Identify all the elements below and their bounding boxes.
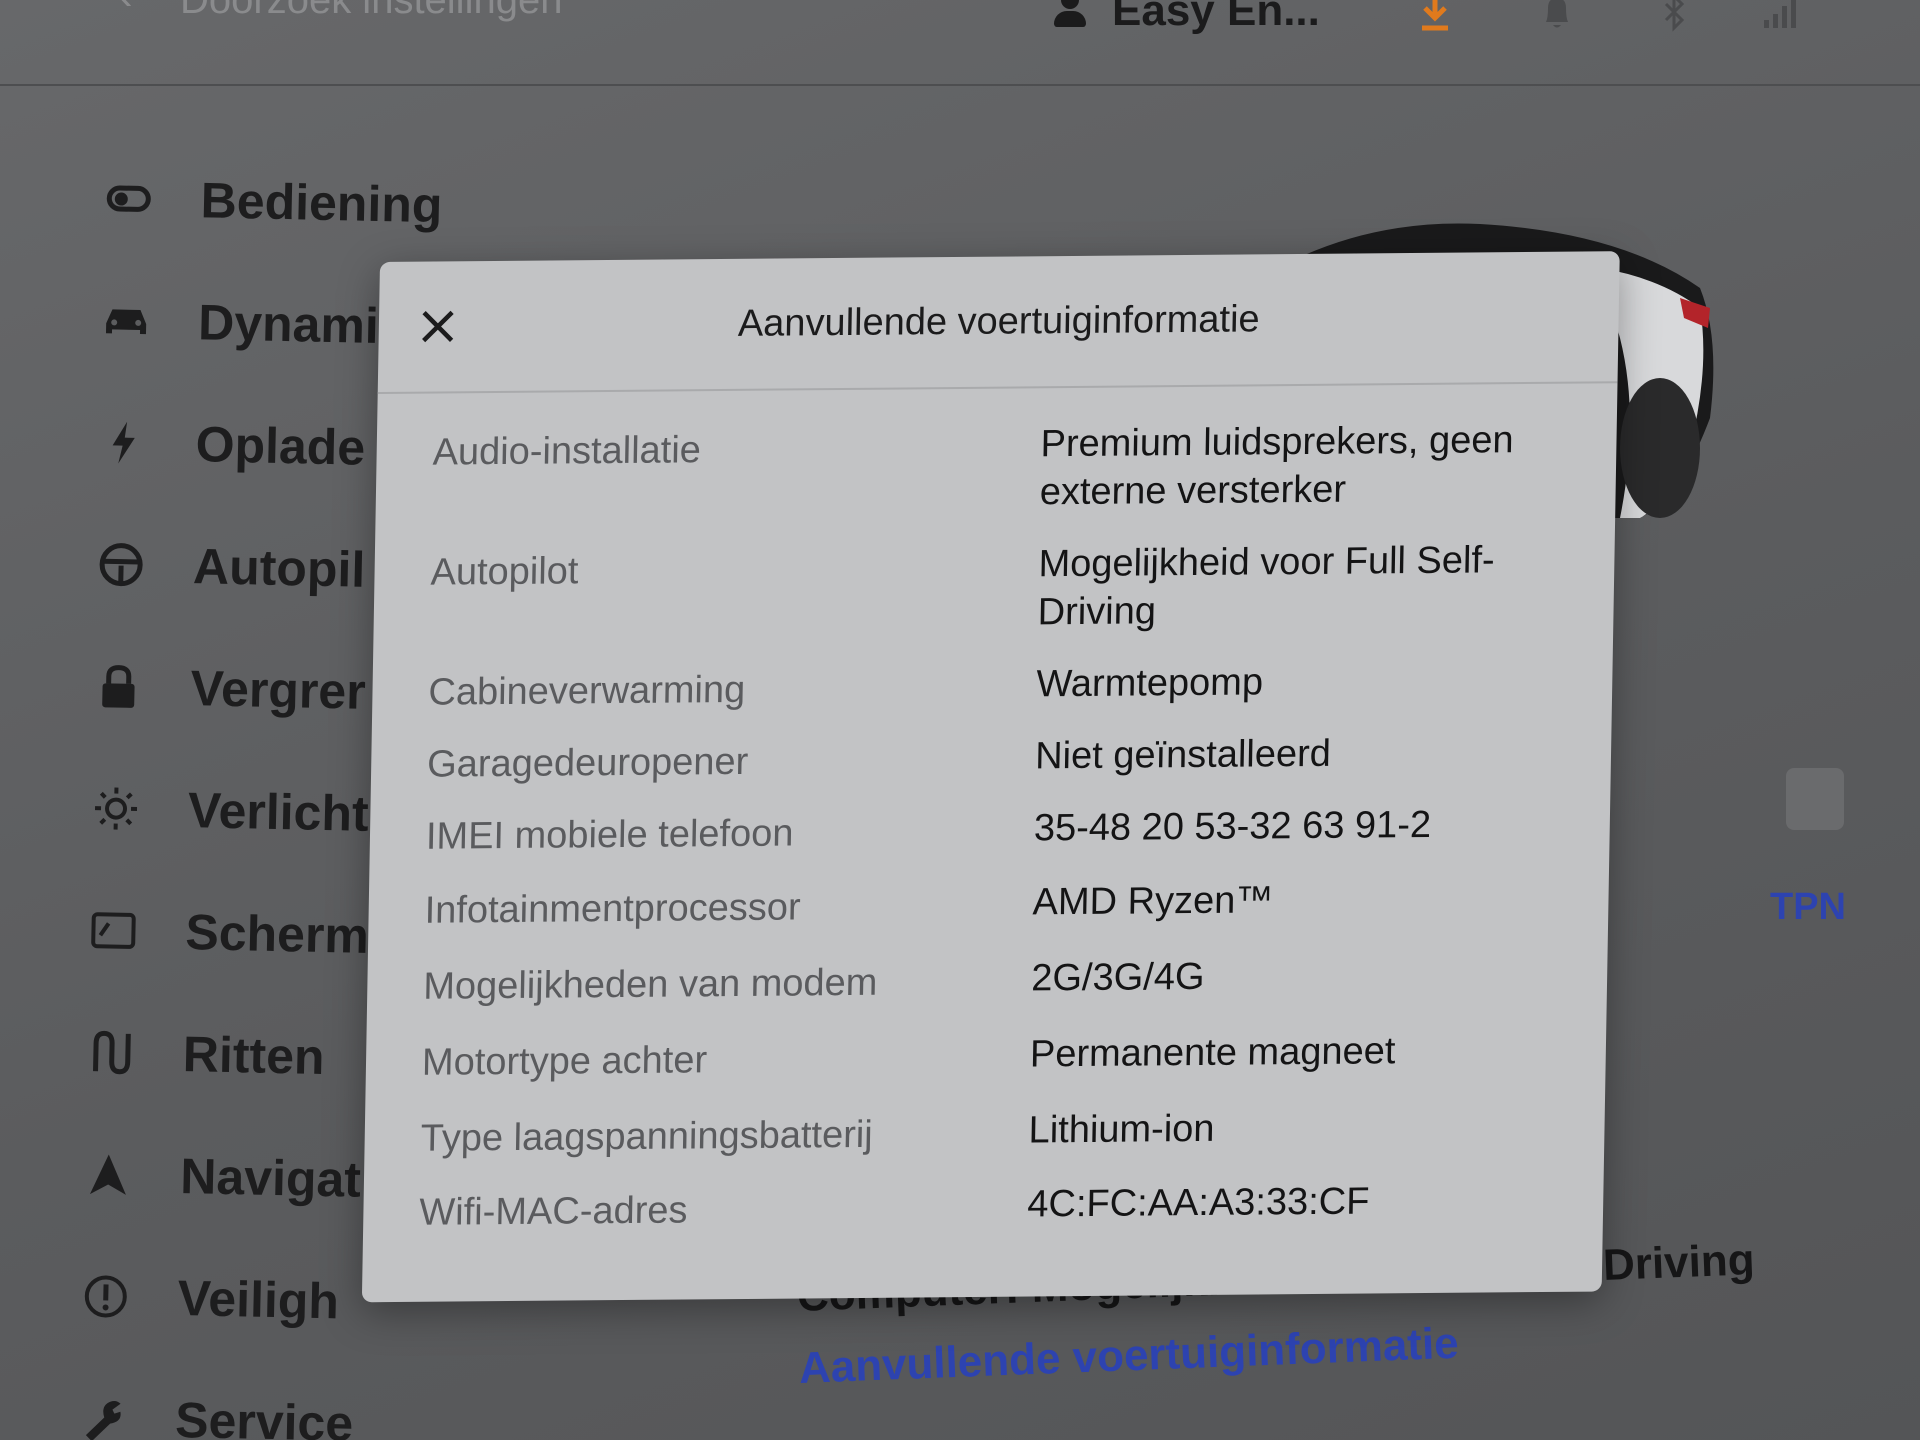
sidebar-item-label: Ritten bbox=[182, 1026, 326, 1085]
info-row-lv-battery: Type laagspanningsbatterij Lithium-ion bbox=[420, 1108, 1561, 1160]
info-value: Warmtepomp bbox=[1036, 661, 1264, 706]
wrench-icon bbox=[77, 1392, 130, 1440]
info-value: Permanente magneet bbox=[1029, 1030, 1396, 1076]
top-bar: ‹ Doorzoek instellingen Easy En... bbox=[0, 0, 1920, 86]
info-key: Type laagspanningsbatterij bbox=[420, 1113, 874, 1160]
info-key: Cabineverwarming bbox=[428, 668, 746, 714]
info-value: 35-48 20 53-32 63 91-2 bbox=[1033, 803, 1432, 850]
profile-name: Easy En... bbox=[1112, 0, 1320, 35]
info-row-garage-opener: Garagedeuropener Niet geïnstalleerd bbox=[427, 733, 1568, 786]
info-row-audio: Audio-installatie Premium luidsprekers, … bbox=[432, 419, 1573, 513]
vehicle-info-modal: Aanvullende voertuiginformatie Audio-ins… bbox=[361, 251, 1620, 1303]
lightning-icon bbox=[97, 416, 150, 469]
lock-icon bbox=[92, 660, 145, 713]
info-value: AMD Ryzen™ bbox=[1032, 879, 1274, 924]
info-row-wifi-mac: Wifi-MAC-adres 4C:FC:AA:A3:33:CF bbox=[419, 1180, 1560, 1233]
sidebar-item-label: Verlicht bbox=[187, 782, 370, 842]
info-value: Mogelijkheid voor Full Self-Driving bbox=[1037, 539, 1496, 634]
steering-wheel-icon bbox=[95, 538, 148, 591]
sidebar-item-service[interactable]: Service bbox=[76, 1378, 498, 1440]
sidebar-item-bediening[interactable]: Bediening bbox=[102, 158, 524, 247]
info-key: IMEI mobiele telefoon bbox=[425, 812, 794, 858]
tpn-link[interactable]: TPN bbox=[1770, 886, 1846, 929]
settings-search-input[interactable]: Doorzoek instellingen bbox=[180, 0, 562, 23]
person-icon bbox=[1052, 0, 1088, 31]
sun-icon bbox=[89, 782, 142, 835]
info-key: Mogelijkheden van modem bbox=[422, 961, 878, 1008]
info-row-processor: Infotainmentprocessor AMD Ryzen™ bbox=[424, 879, 1565, 931]
tesla-settings-screen: ‹ Doorzoek instellingen Easy En... bbox=[0, 0, 1920, 1440]
info-row-rear-motor: Motortype achter Permanente magneet bbox=[422, 1030, 1562, 1084]
info-value: Premium luidsprekers, geen externe verst… bbox=[1039, 419, 1515, 514]
sidebar-item-label: Oplade bbox=[195, 416, 366, 476]
info-key: Infotainmentprocessor bbox=[424, 886, 801, 932]
info-row-autopilot: Autopilot Mogelijkheid voor Full Self-Dr… bbox=[430, 539, 1571, 633]
info-row-imei: IMEI mobiele telefoon 35-48 20 53-32 63 … bbox=[426, 804, 1566, 858]
sidebar-item-label: Veiligh bbox=[177, 1269, 340, 1330]
info-row-modem: Mogelijkheden van modem 2G/3G/4G bbox=[423, 956, 1564, 1008]
info-key: Wifi-MAC-adres bbox=[419, 1189, 688, 1234]
settings-sidebar: Bediening Dynami Oplade Autopil Vergrer bbox=[0, 140, 443, 1440]
info-value: Niet geïnstalleerd bbox=[1034, 732, 1332, 778]
info-value: Lithium-ion bbox=[1028, 1107, 1215, 1152]
vehicle-info-table: Audio-installatie Premium luidsprekers, … bbox=[419, 419, 1573, 1234]
driver-profile[interactable]: Easy En... bbox=[1052, 0, 1320, 36]
signal-icon bbox=[1762, 0, 1802, 42]
info-value: 4C:FC:AA:A3:33:CF bbox=[1026, 1180, 1370, 1226]
sidebar-item-label: Scherm bbox=[184, 904, 370, 964]
toggle-placeholder[interactable] bbox=[1786, 768, 1844, 830]
display-icon bbox=[87, 904, 140, 957]
sidebar-item-label: Service bbox=[174, 1391, 354, 1440]
download-icon[interactable] bbox=[1418, 0, 1452, 42]
alert-circle-icon bbox=[79, 1270, 132, 1323]
bluetooth-icon[interactable] bbox=[1660, 0, 1690, 42]
bell-icon[interactable] bbox=[1540, 0, 1574, 42]
sidebar-item-label: Bediening bbox=[200, 172, 444, 234]
modal-header: Aanvullende voertuiginformatie bbox=[377, 251, 1620, 395]
more-vehicle-info-link[interactable]: Aanvullende voertuiginformatie bbox=[798, 1319, 1460, 1394]
navigation-arrow-icon bbox=[82, 1148, 135, 1201]
info-key: Motortype achter bbox=[421, 1039, 708, 1084]
info-value: 2G/3G/4G bbox=[1030, 955, 1205, 1000]
car-icon bbox=[100, 294, 153, 347]
modal-title: Aanvullende voertuiginformatie bbox=[737, 298, 1260, 345]
info-row-cabin-heating: Cabineverwarming Warmtepomp bbox=[428, 661, 1569, 713]
info-key: Autopilot bbox=[430, 550, 579, 594]
sidebar-item-label: Autopil bbox=[192, 538, 366, 598]
trips-icon bbox=[84, 1026, 137, 1079]
toggle-icon bbox=[102, 172, 155, 225]
chevron-left-icon[interactable]: ‹ bbox=[118, 0, 133, 20]
info-key: Audio-installatie bbox=[432, 429, 702, 474]
sidebar-item-label: Vergrer bbox=[189, 660, 367, 720]
sidebar-item-label: Navigat bbox=[179, 1148, 362, 1208]
sidebar-item-label: Dynami bbox=[197, 294, 380, 354]
info-key: Garagedeuropener bbox=[426, 740, 749, 786]
